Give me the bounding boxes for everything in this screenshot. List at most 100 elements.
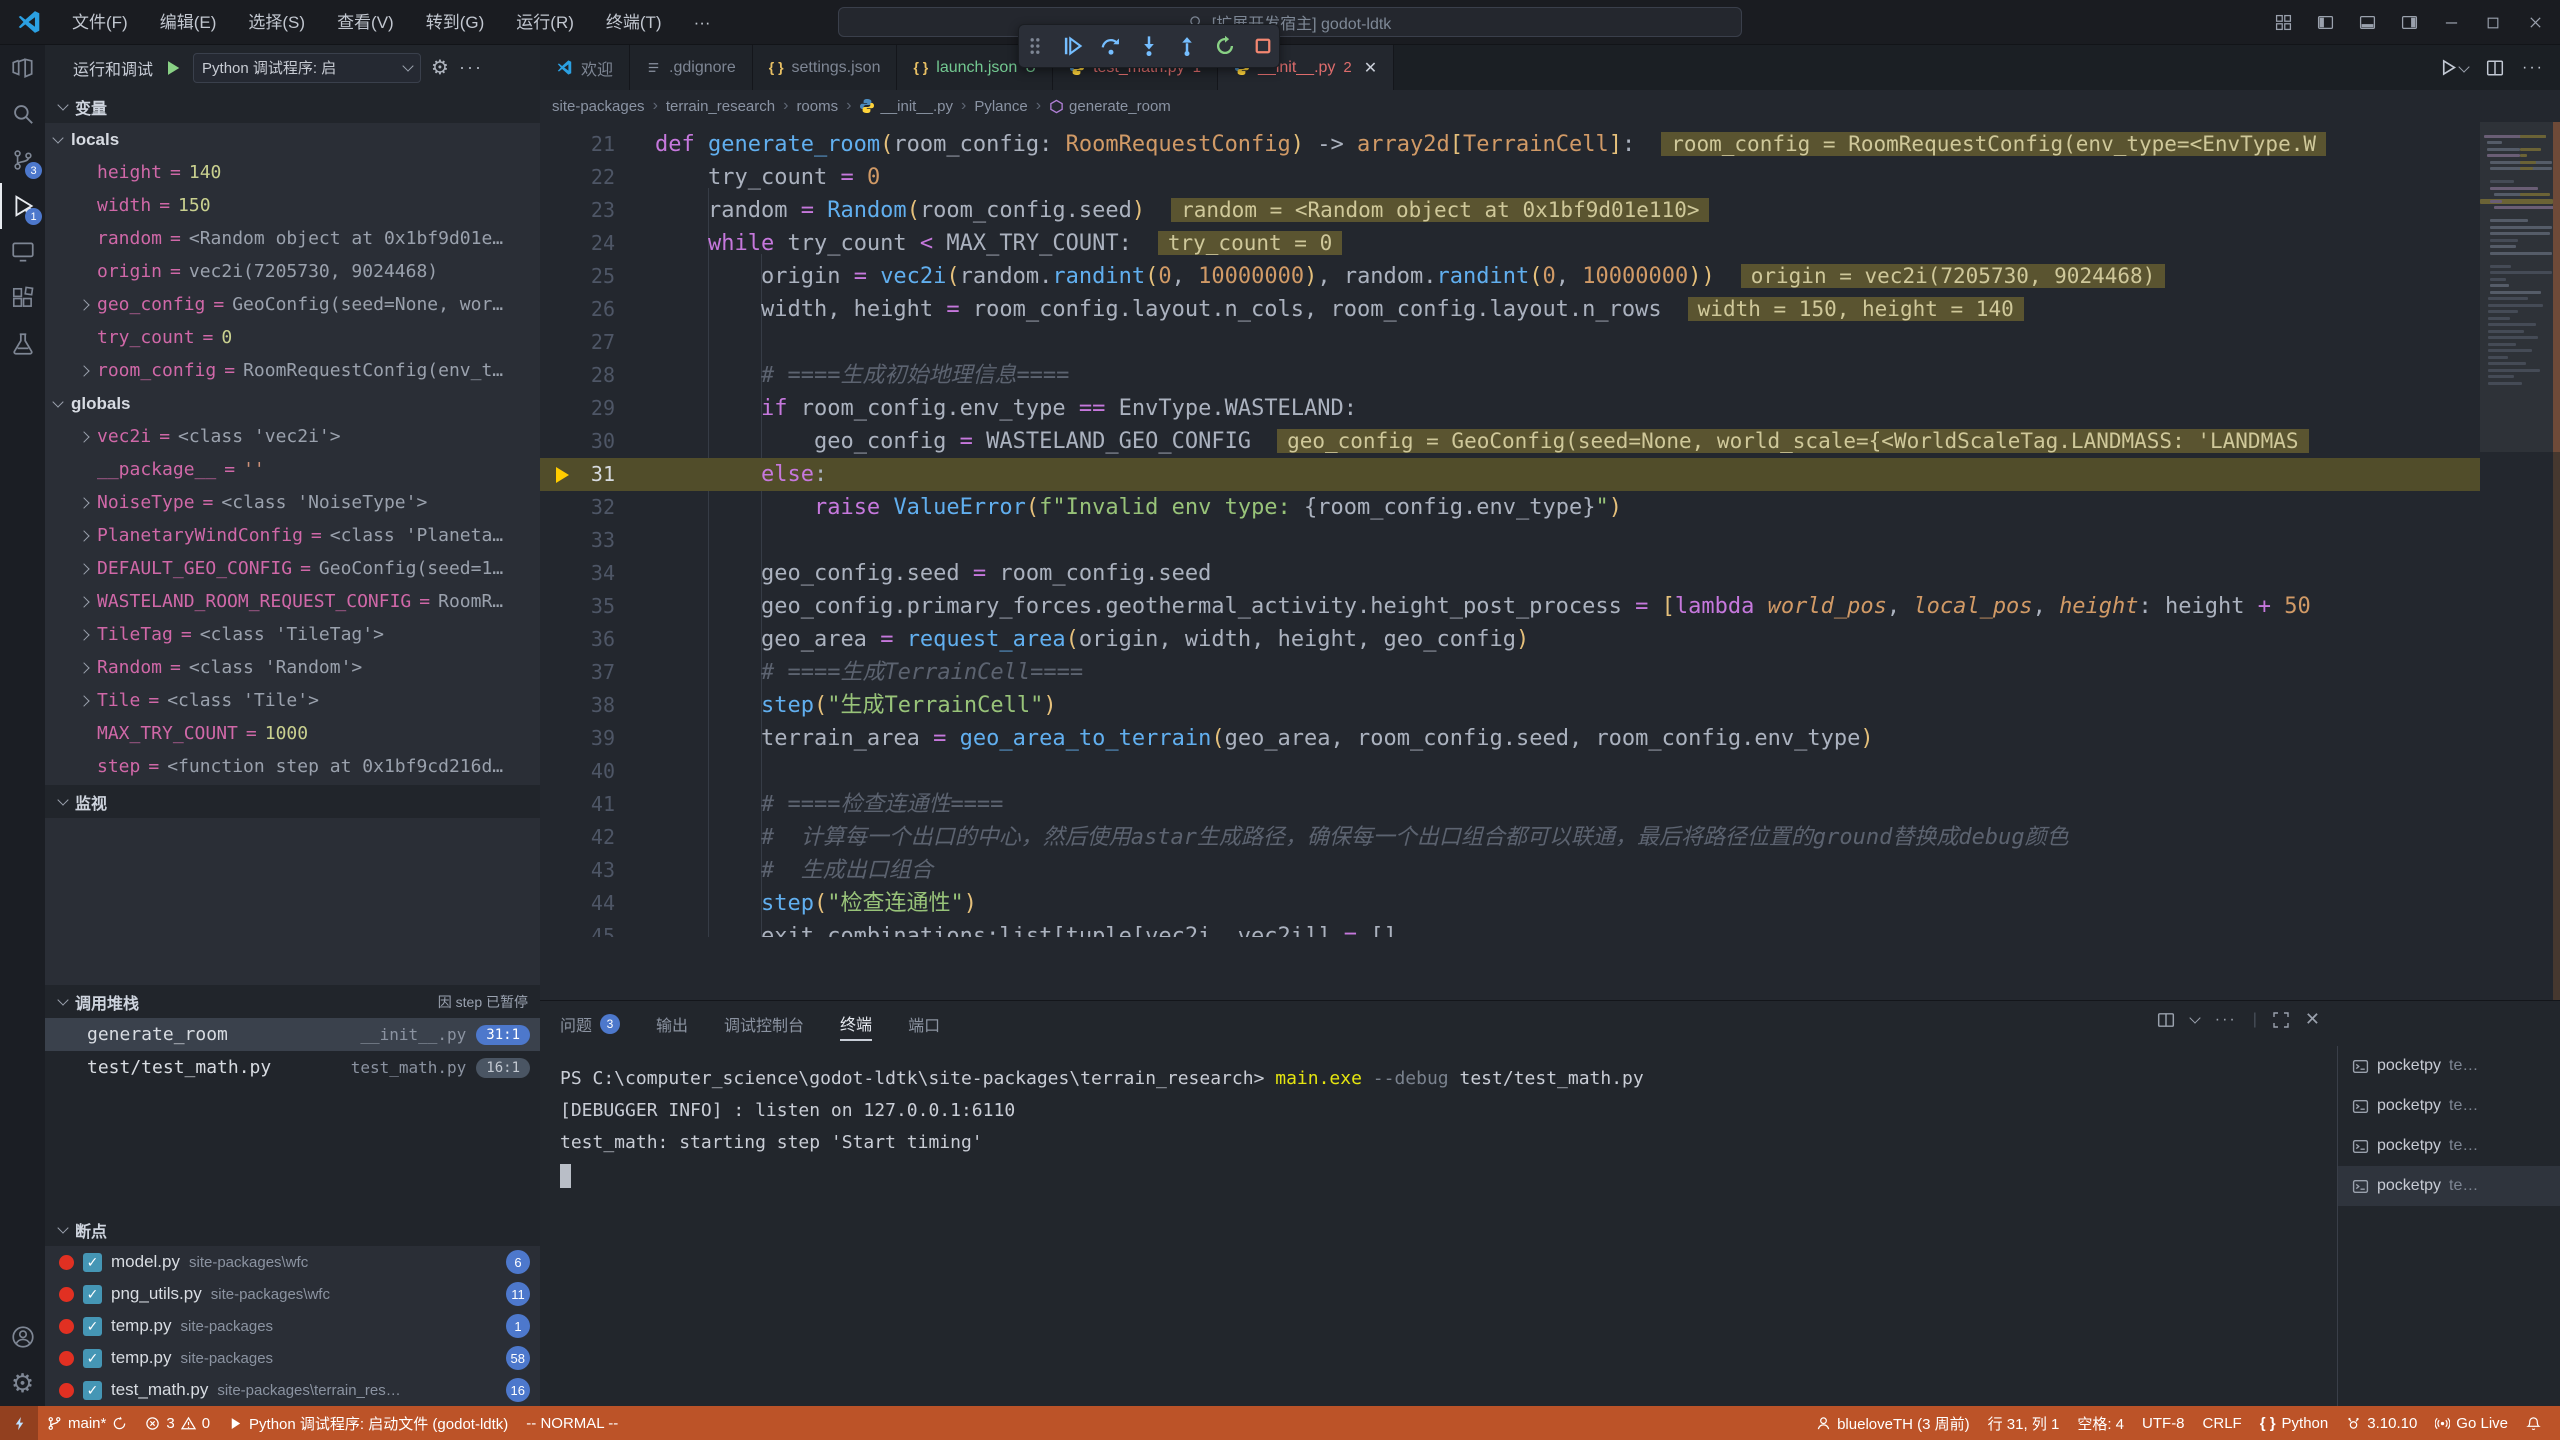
watch-section-header[interactable]: 监视 xyxy=(45,785,540,818)
panel-more-actions-icon[interactable]: ··· xyxy=(2215,1011,2237,1029)
editor-line[interactable]: 37 # ====生成TerrainCell==== xyxy=(540,656,2480,689)
variable-row[interactable]: origin=vec2i(7205730, 9024468) xyxy=(45,255,540,288)
editor-line[interactable]: 44 step("检查连通性") xyxy=(540,887,2480,920)
customize-layout-icon[interactable] xyxy=(2266,6,2300,40)
breakpoints-section-header[interactable]: 断点 xyxy=(45,1213,540,1246)
breakpoint-checkbox[interactable]: ✓ xyxy=(83,1285,102,1304)
maximize-panel-icon[interactable] xyxy=(2273,1012,2289,1028)
variable-row[interactable]: Random=<class 'Random'> xyxy=(45,651,540,684)
sidebar-more-actions-icon[interactable]: ··· xyxy=(459,57,483,78)
git-blame[interactable]: blueloveTH (3 周前) xyxy=(1807,1406,1979,1440)
chevron-down-icon[interactable] xyxy=(2189,1012,2200,1023)
tab-欢迎[interactable]: 欢迎 xyxy=(540,45,630,90)
language-mode[interactable]: { }Python xyxy=(2251,1406,2338,1440)
maximize-icon[interactable] xyxy=(2476,6,2510,40)
cursor-position[interactable]: 行 31, 列 1 xyxy=(1979,1406,2069,1440)
editor-line[interactable]: 24 while try_count < MAX_TRY_COUNT:try_c… xyxy=(540,227,2480,260)
breadcrumb-item[interactable]: generate_room xyxy=(1049,98,1171,115)
breakpoint-checkbox[interactable]: ✓ xyxy=(83,1253,102,1272)
variable-row[interactable]: room_config=RoomRequestConfig(env_t… xyxy=(45,354,540,387)
breadcrumb[interactable]: site-packages›terrain_research›rooms›__i… xyxy=(540,90,2560,122)
editor-line[interactable]: 43 # 生成出口组合 xyxy=(540,854,2480,887)
panel-tab-终端[interactable]: 终端 xyxy=(840,1007,872,1041)
breadcrumb-item[interactable]: Pylance xyxy=(974,98,1027,115)
testing-icon[interactable] xyxy=(0,321,45,367)
menu-item-3[interactable]: 选择(S) xyxy=(232,0,321,45)
terminal-output[interactable]: PS C:\computer_science\godot-ldtk\site-p… xyxy=(560,1063,2320,1188)
editor-line[interactable]: 36 geo_area = request_area(origin, width… xyxy=(540,623,2480,656)
menu-item-5[interactable]: 转到(G) xyxy=(410,0,501,45)
editor-line[interactable]: 21def generate_room(room_config: RoomReq… xyxy=(540,128,2480,161)
git-branch[interactable]: main* xyxy=(38,1406,136,1440)
terminal-list-item[interactable]: pocketpyte… xyxy=(2338,1086,2560,1126)
problems[interactable]: 30 xyxy=(136,1406,219,1440)
breakpoint-row[interactable]: ✓temp.pysite-packages1 xyxy=(45,1310,540,1342)
editor-line[interactable]: 31 else: xyxy=(540,458,2480,491)
settings-gear-icon[interactable]: ⚙ xyxy=(0,1360,45,1406)
terminal-list-item[interactable]: pocketpyte… xyxy=(2338,1046,2560,1086)
indentation[interactable]: 空格: 4 xyxy=(2068,1406,2133,1440)
editor-line[interactable]: 27 xyxy=(540,326,2480,359)
debug-step-out-button[interactable] xyxy=(1171,29,1203,63)
terminal-list-item[interactable]: pocketpyte… xyxy=(2338,1126,2560,1166)
minimize-icon[interactable] xyxy=(2434,6,2468,40)
variable-row[interactable]: MAX_TRY_COUNT=1000 xyxy=(45,717,540,750)
editor-line[interactable]: 39 terrain_area = geo_area_to_terrain(ge… xyxy=(540,722,2480,755)
callstack-frame[interactable]: generate_room__init__.py31:1 xyxy=(45,1018,540,1051)
variable-row[interactable]: try_count=0 xyxy=(45,321,540,354)
debug-step-into-button[interactable] xyxy=(1133,29,1165,63)
variable-scope-locals[interactable]: locals xyxy=(45,123,540,156)
toggle-panel-icon[interactable] xyxy=(2350,6,2384,40)
variable-row[interactable]: Tile=<class 'Tile'> xyxy=(45,684,540,717)
remote-explorer-icon[interactable] xyxy=(0,229,45,275)
breakpoint-row[interactable]: ✓png_utils.pysite-packages\wfc11 xyxy=(45,1278,540,1310)
debug-restart-button[interactable] xyxy=(1209,29,1241,63)
editor-line[interactable]: 32 raise ValueError(f"Invalid env type: … xyxy=(540,491,2480,524)
debug-settings-gear-icon[interactable]: ⚙ xyxy=(431,55,449,80)
editor-line[interactable]: 30 geo_config = WASTELAND_GEO_CONFIGgeo_… xyxy=(540,425,2480,458)
account-icon[interactable] xyxy=(0,1314,45,1360)
breakpoint-checkbox[interactable]: ✓ xyxy=(83,1381,102,1400)
breakpoint-row[interactable]: ✓model.pysite-packages\wfc6 xyxy=(45,1246,540,1278)
panel-tab-端口[interactable]: 端口 xyxy=(908,1007,940,1041)
editor-line[interactable]: 41 # ====检查连通性==== xyxy=(540,788,2480,821)
editor-line[interactable]: 35 geo_config.primary_forces.geothermal_… xyxy=(540,590,2480,623)
split-editor-icon[interactable] xyxy=(2486,59,2504,77)
breadcrumb-item[interactable]: terrain_research xyxy=(666,98,775,115)
tab-settings.json[interactable]: { }settings.json xyxy=(753,45,898,90)
terminal-list-item[interactable]: pocketpyte… xyxy=(2338,1166,2560,1206)
menu-item-2[interactable]: 编辑(E) xyxy=(144,0,233,45)
editor-line[interactable]: 45 exit_combinations:list[tuple[vec2i, v… xyxy=(540,920,2480,937)
menu-item-7[interactable]: 终端(T) xyxy=(590,0,678,45)
start-debug-icon[interactable] xyxy=(163,58,183,78)
editor-line[interactable]: 25 origin = vec2i(random.randint(0, 1000… xyxy=(540,260,2480,293)
overview-ruler[interactable] xyxy=(2553,122,2560,1000)
breadcrumb-item[interactable]: rooms xyxy=(796,98,838,115)
variable-row[interactable]: width=150 xyxy=(45,189,540,222)
code-editor[interactable]: 2021def generate_room(room_config: RoomR… xyxy=(540,122,2480,937)
editor-line[interactable]: 29 if room_config.env_type == EnvType.WA… xyxy=(540,392,2480,425)
editor-line[interactable]: 40 xyxy=(540,755,2480,788)
breadcrumb-item[interactable]: site-packages xyxy=(552,98,645,115)
eol[interactable]: CRLF xyxy=(2194,1406,2251,1440)
panel-tab-输出[interactable]: 输出 xyxy=(656,1007,688,1041)
more-actions-icon[interactable]: ··· xyxy=(2522,59,2544,77)
toggle-sidebar-icon[interactable] xyxy=(2308,6,2342,40)
editor-line[interactable]: 26 width, height = room_config.layout.n_… xyxy=(540,293,2480,326)
command-center-search[interactable]: [扩展开发宿主] godot-ldtk xyxy=(838,7,1742,37)
explorer-icon[interactable] xyxy=(0,45,45,91)
go-live[interactable]: Go Live xyxy=(2426,1406,2517,1440)
callstack-section-header[interactable]: 调用堆栈 因 step 已暂停 xyxy=(45,985,540,1018)
panel-tab-问题[interactable]: 问题3 xyxy=(560,1007,620,1041)
editor-line[interactable]: 42 # 计算每一个出口的中心，然后使用astar生成路径，确保每一个出口组合都… xyxy=(540,821,2480,854)
variable-row[interactable]: random=<Random object at 0x1bf9d01e… xyxy=(45,222,540,255)
breakpoint-checkbox[interactable]: ✓ xyxy=(83,1349,102,1368)
variable-row[interactable]: NoiseType=<class 'NoiseType'> xyxy=(45,486,540,519)
close-panel-icon[interactable]: ✕ xyxy=(2305,1009,2320,1030)
variables-section-header[interactable]: 变量 xyxy=(45,90,540,123)
menu-item-8[interactable]: ··· xyxy=(678,0,727,45)
minimap[interactable] xyxy=(2480,122,2553,1000)
encoding[interactable]: UTF-8 xyxy=(2133,1406,2194,1440)
breakpoint-row[interactable]: ✓test_math.pysite-packages\terrain_res…1… xyxy=(45,1374,540,1406)
debug-continue-button[interactable] xyxy=(1057,29,1089,63)
